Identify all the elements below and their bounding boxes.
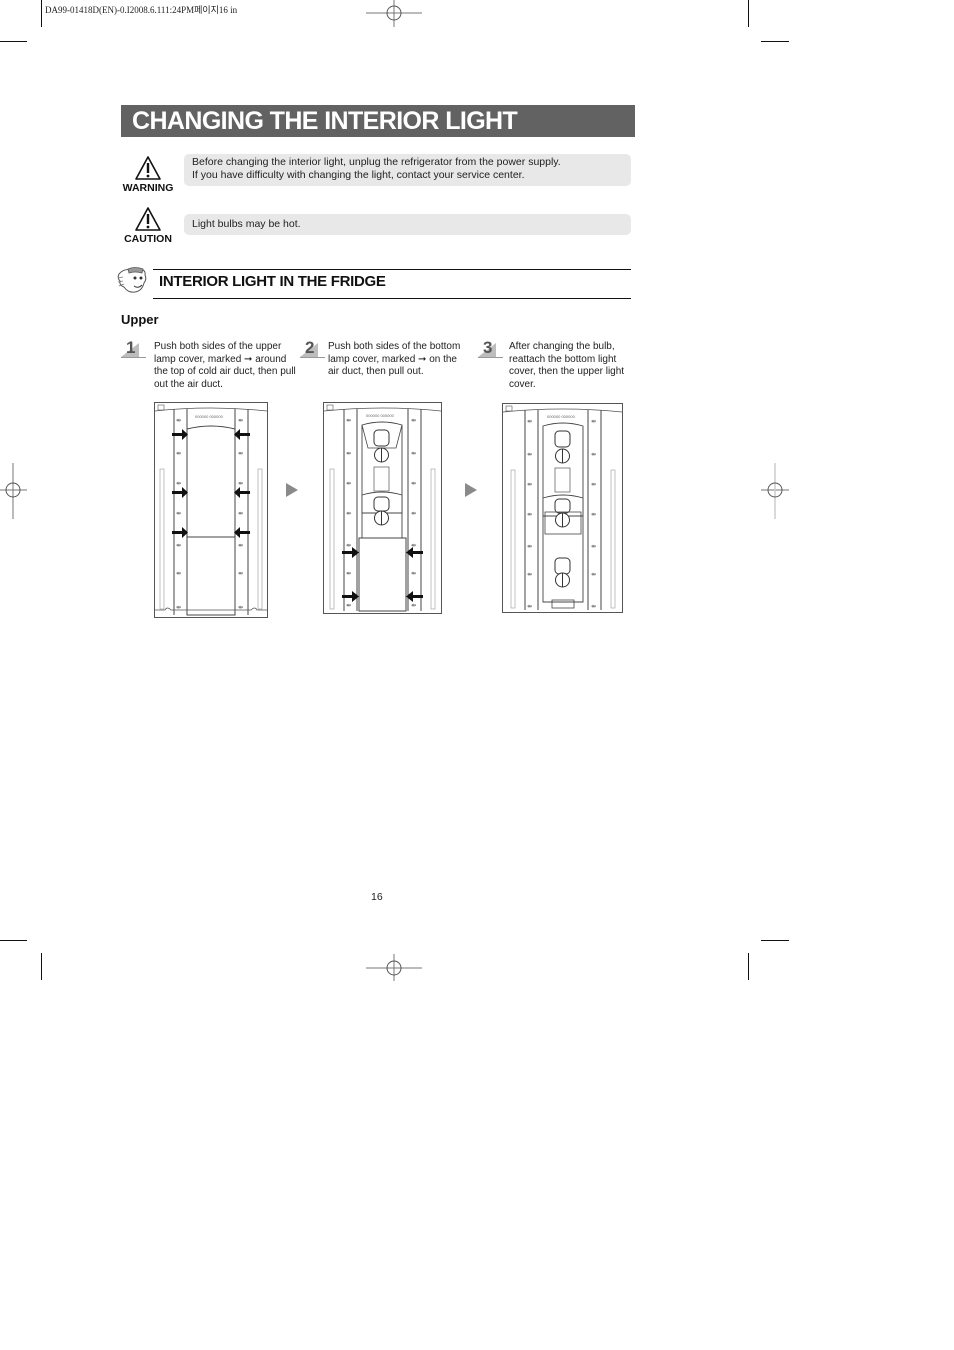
section-rule-top [153, 269, 631, 270]
crop-mark [761, 41, 789, 42]
svg-text:⇹: ⇹ [238, 450, 243, 457]
svg-text:⇹: ⇹ [346, 602, 351, 609]
svg-text:⇹: ⇹ [238, 570, 243, 577]
step-number: 2 [305, 338, 315, 357]
svg-text:⇹: ⇹ [591, 481, 596, 488]
registration-mark-icon [0, 463, 27, 519]
svg-text:⇹: ⇹ [176, 510, 181, 517]
registration-mark-icon [366, 0, 422, 27]
mascot-hand-icon [117, 267, 147, 293]
svg-text:⇹: ⇹ [238, 510, 243, 517]
svg-text:⇹: ⇹ [238, 480, 243, 487]
step-number-badge: 3 [478, 338, 504, 360]
svg-text:000000 000000: 000000 000000 [547, 414, 576, 419]
svg-text:⇹: ⇹ [411, 510, 416, 517]
svg-text:⇹: ⇹ [591, 418, 596, 425]
page-title: CHANGING THE INTERIOR LIGHT [132, 107, 518, 135]
crop-mark [0, 940, 27, 941]
svg-text:⇹: ⇹ [527, 603, 532, 610]
right-triangle-arrow-icon [286, 483, 298, 497]
svg-text:⇹: ⇹ [527, 511, 532, 518]
svg-text:⇹: ⇹ [591, 451, 596, 458]
caution-notice-icon-group: CAUTION [122, 206, 174, 245]
fridge-with-bottom-cover-illustration: 000000 000000 ⇹ ⇹ ⇹ ⇹ ⇹ ⇹ ⇹ ⇹ ⇹ ⇹ ⇹ ⇹ ⇹ ⇹ [323, 402, 442, 614]
page-title-bar: CHANGING THE INTERIOR LIGHT [121, 105, 635, 137]
svg-text:⇹: ⇹ [527, 571, 532, 578]
caution-label: CAUTION [124, 233, 172, 245]
caution-message-box: Light bulbs may be hot. [184, 214, 631, 235]
step-number-badge: 2 [300, 338, 326, 360]
svg-text:⇹: ⇹ [411, 602, 416, 609]
svg-text:⇹: ⇹ [176, 417, 181, 424]
warning-message-box: Before changing the interior light, unpl… [184, 154, 631, 186]
svg-text:⇹: ⇹ [591, 603, 596, 610]
step-instruction: After changing the bulb, reattach the bo… [509, 341, 625, 390]
warning-text-line: Before changing the interior light, unpl… [192, 156, 561, 168]
warning-triangle-icon [135, 156, 161, 180]
svg-text:⇹: ⇹ [527, 451, 532, 458]
caution-triangle-icon [135, 207, 161, 231]
step-number: 1 [126, 338, 136, 357]
step-number: 3 [483, 338, 493, 357]
registration-mark-icon [761, 463, 789, 519]
svg-text:⇹: ⇹ [527, 543, 532, 550]
fridge-lamps-exposed-illustration: 000000 000000 ⇹ ⇹ ⇹ ⇹ ⇹ ⇹ ⇹ ⇹ ⇹ ⇹ ⇹ ⇹ ⇹ ⇹ [502, 403, 623, 613]
svg-text:⇹: ⇹ [346, 570, 351, 577]
crop-mark [41, 0, 42, 27]
svg-text:⇹: ⇹ [176, 570, 181, 577]
svg-text:⇹: ⇹ [411, 542, 416, 549]
svg-text:⇹: ⇹ [591, 571, 596, 578]
step-number-badge: 1 [121, 338, 147, 360]
svg-text:⇹: ⇹ [238, 417, 243, 424]
registration-mark-icon [366, 954, 422, 981]
section-title: INTERIOR LIGHT IN THE FRIDGE [159, 273, 386, 290]
crop-mark [0, 41, 27, 42]
step-instruction: Push both sides of the upper lamp cover,… [154, 341, 296, 390]
svg-text:⇹: ⇹ [346, 510, 351, 517]
fridge-with-air-duct-illustration: 000000 000000 ⇹ ⇹ ⇹ ⇹ ⇹ ⇹ ⇹ ⇹ ⇹ ⇹ ⇹ ⇹ ⇹ ⇹ [154, 402, 268, 618]
svg-text:⇹: ⇹ [176, 450, 181, 457]
svg-text:⇹: ⇹ [591, 511, 596, 518]
caution-text-line: Light bulbs may be hot. [192, 218, 301, 230]
step-instruction: Push both sides of the bottom lamp cover… [328, 341, 461, 378]
svg-text:⇹: ⇹ [176, 480, 181, 487]
section-rule-bottom [153, 298, 631, 299]
svg-text:⇹: ⇹ [411, 480, 416, 487]
warning-text-line: If you have difficulty with changing the… [192, 169, 525, 181]
svg-text:⇹: ⇹ [527, 481, 532, 488]
svg-text:⇹: ⇹ [238, 542, 243, 549]
svg-text:⇹: ⇹ [591, 543, 596, 550]
warning-notice-icon-group: WARNING [122, 155, 174, 194]
warning-label: WARNING [122, 182, 174, 194]
svg-text:⇹: ⇹ [346, 417, 351, 424]
subsection-title: Upper [121, 312, 159, 327]
page-number: 16 [371, 891, 383, 903]
svg-text:⇹: ⇹ [176, 542, 181, 549]
svg-text:⇹: ⇹ [346, 480, 351, 487]
svg-text:⇹: ⇹ [527, 418, 532, 425]
svg-text:⇹: ⇹ [346, 450, 351, 457]
svg-text:⇹: ⇹ [411, 417, 416, 424]
crop-mark [748, 953, 749, 980]
svg-text:000000 000000: 000000 000000 [366, 413, 395, 418]
crop-mark [41, 953, 42, 980]
svg-text:⇹: ⇹ [346, 542, 351, 549]
svg-text:⇹: ⇹ [411, 450, 416, 457]
crop-mark [748, 0, 749, 27]
right-triangle-arrow-icon [465, 483, 477, 497]
crop-mark [761, 940, 789, 941]
print-slug: DA99-01418D(EN)-0.I2008.6.111:24PM페이지16 … [45, 5, 238, 15]
svg-text:⇹: ⇹ [411, 570, 416, 577]
svg-text:000000 000000: 000000 000000 [195, 414, 224, 419]
